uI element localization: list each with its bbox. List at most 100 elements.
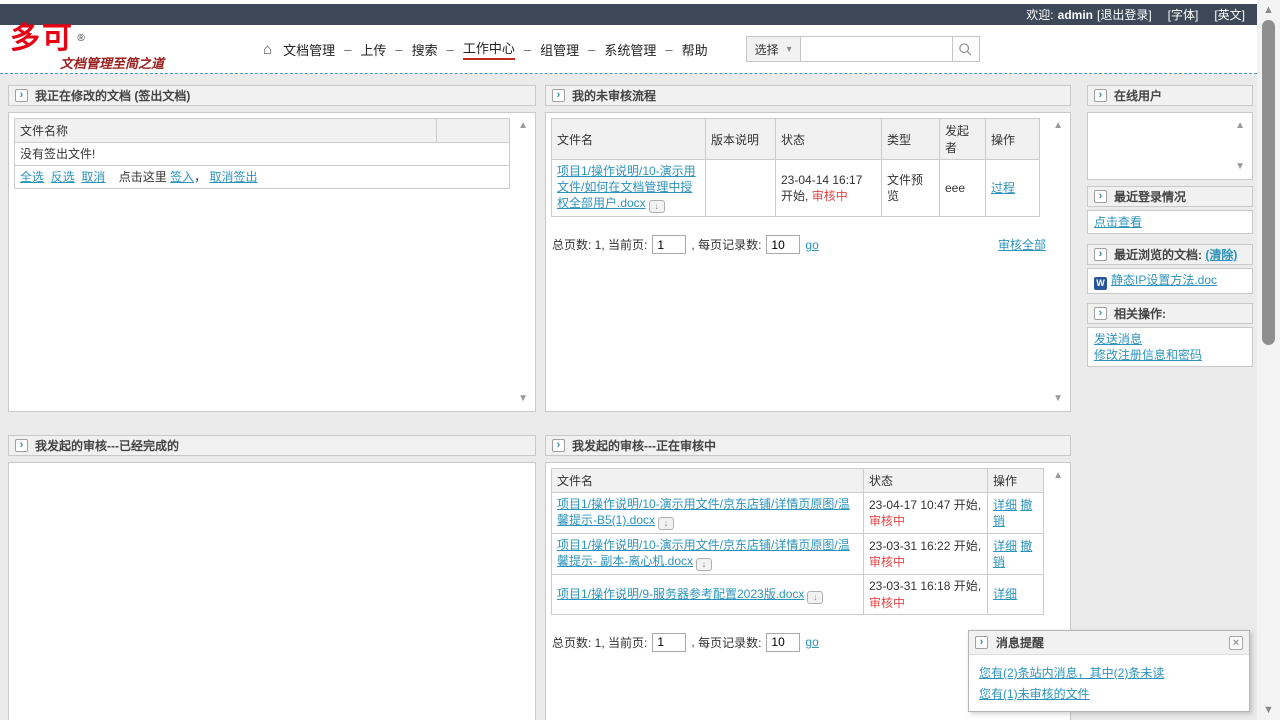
file-link[interactable]: 项目1/操作说明/9-服务器参考配置2023版.docx [557,587,804,601]
checkin-link[interactable]: 签入 [170,170,194,184]
select-all-link[interactable]: 全选 [20,170,44,184]
welcome-text: 欢迎: admin [退出登录] [1026,6,1151,23]
nav-item-help[interactable]: 帮助 [682,40,708,59]
active-reviews-table: 文件名 状态 操作 项目1/操作说明/10-演示用文件/京东店铺/详情页原图/温… [551,468,1044,615]
nav-item-work-center[interactable]: 工作中心 [463,38,515,60]
col-type: 类型 [882,119,940,160]
panel-expand-icon[interactable]: › [1094,190,1107,203]
topbar: 欢迎: admin [退出登录] [字体] [英文] [0,4,1257,25]
table-row: 项目1/操作说明/10-演示用文件/如何在文档管理中授权全部用户.docx↓ 2… [552,160,1040,217]
col-empty [437,119,510,143]
scroll-up-icon[interactable]: ▲ [1257,4,1280,16]
col-status: 状态 [864,469,988,493]
logo: 多可 ® 文档管理至简之道 [10,26,215,72]
search-bar: 选择 ▾ [746,36,980,62]
nav-item-system-management[interactable]: 系统管理 [604,40,656,59]
panel-related-operations: › 相关操作: 发送消息 修改注册信息和密码 [1087,303,1253,367]
scroll-up-icon[interactable]: ▲ [518,120,528,131]
nav-item-upload[interactable]: 上传 [360,40,386,59]
status-time: 23-03-31 16:18 开始, [869,579,981,593]
status-time: 23-03-31 16:22 开始, [869,539,981,553]
search-input[interactable] [801,36,953,62]
download-icon[interactable]: ↓ [696,558,712,571]
per-page-input[interactable] [766,235,800,254]
current-page-input[interactable] [652,633,686,652]
unreviewed-files-link[interactable]: 您有(1)未审核的文件 [979,684,1239,705]
process-link[interactable]: 过程 [991,181,1015,195]
table-row: 没有签出文件! [15,143,510,166]
go-link[interactable]: go [805,635,818,649]
scroll-down-icon[interactable]: ▼ [1235,161,1245,172]
scroll-up-icon[interactable]: ▲ [1053,120,1063,131]
type-cell: 文件预览 [882,160,940,217]
panel-expand-icon[interactable]: › [15,89,28,102]
per-page-input[interactable] [766,633,800,652]
scroll-up-icon[interactable]: ▲ [1235,120,1245,131]
nav-item-search[interactable]: 搜索 [412,40,438,59]
cancel-link[interactable]: 取消 [81,170,105,184]
scroll-down-icon[interactable]: ▼ [1053,393,1063,404]
nav-item-group-management[interactable]: 组管理 [540,40,579,59]
popup-title: 消息提醒 [996,634,1044,651]
view-logins-link[interactable]: 点击查看 [1094,215,1142,229]
unread-messages-link[interactable]: 您有(2)条站内消息，其中(2)条未读 [979,663,1239,684]
status-badge: 审核中 [812,189,848,203]
scroll-down-icon[interactable]: ▼ [518,393,528,404]
detail-link[interactable]: 详细 [993,498,1017,512]
panel-expand-icon[interactable]: › [552,439,565,452]
recent-doc-link[interactable]: 静态IP设置方法.doc [1111,273,1217,287]
send-message-link[interactable]: 发送消息 [1094,332,1142,346]
message-reminder-popup: › 消息提醒 × 您有(2)条站内消息，其中(2)条未读 您有(1)未审核的文件 [968,630,1250,712]
pending-table: 文件名 版本说明 状态 类型 发起者 操作 项目1/操作说明/10-演示用文件/… [551,118,1040,217]
scrollbar-thumb[interactable] [1262,20,1275,345]
scroll-up-icon[interactable]: ▲ [1053,470,1063,481]
font-link[interactable]: [字体] [1168,6,1199,23]
panel-title: 我发起的审核---已经完成的 [35,437,179,454]
search-category-select[interactable]: 选择 ▾ [746,36,801,62]
status-badge: 审核中 [869,596,905,610]
lang-link[interactable]: [英文] [1214,6,1245,23]
panel-expand-icon[interactable]: › [1094,248,1107,261]
panel-initiated-completed: › 我发起的审核---已经完成的 [8,435,536,720]
main-nav: ⌂ 文档管理 – 上传 – 搜索 – 工作中心 – 组管理 – 系统管理 – 帮… [263,38,708,60]
version-cell [706,160,776,217]
col-file: 文件名 [552,469,864,493]
clear-link[interactable]: (清除) [1205,248,1237,262]
search-button[interactable] [953,36,980,62]
go-link[interactable]: go [805,238,818,252]
file-link[interactable]: 项目1/操作说明/10-演示用文件/如何在文档管理中授权全部用户.docx [557,164,696,210]
logout-link[interactable]: [退出登录] [1097,6,1152,23]
header: 多可 ® 文档管理至简之道 ⌂ 文档管理 – 上传 – 搜索 – 工作中心 – … [0,25,1257,74]
chevron-down-icon: ▾ [787,44,792,55]
download-icon[interactable]: ↓ [658,517,674,530]
current-page-input[interactable] [652,235,686,254]
status-badge: 审核中 [869,555,905,569]
cancel-checkout-link[interactable]: 取消签出 [209,170,257,184]
panel-expand-icon[interactable]: › [552,89,565,102]
panel-expand-icon[interactable]: › [975,636,988,649]
file-link[interactable]: 项目1/操作说明/10-演示用文件/京东店铺/详情页原图/温馨提示-B5(1).… [557,497,850,527]
panel-title: 相关操作: [1114,305,1166,322]
page-scrollbar[interactable]: ▲ ▼ [1257,0,1280,720]
detail-link[interactable]: 详细 [993,539,1017,553]
panel-expand-icon[interactable]: › [1094,89,1107,102]
panel-my-pending-reviews: › 我的未审核流程 文件名 版本说明 状态 类型 发起者 操作 项目1/操作说明… [545,85,1071,412]
invert-select-link[interactable]: 反选 [51,170,75,184]
col-action: 操作 [986,119,1040,160]
review-all-link[interactable]: 审核全部 [998,236,1046,253]
home-icon: ⌂ [263,41,272,58]
panel-recent-logins: › 最近登录情况 点击查看 [1087,186,1253,234]
close-icon[interactable]: × [1229,636,1243,650]
scroll-down-icon[interactable]: ▼ [1257,704,1280,716]
panel-expand-icon[interactable]: › [15,439,28,452]
checked-out-table: 文件名称 没有签出文件! 全选 反选 取消 点击这里 签入， 取消签出 [14,118,510,189]
logo-text: 多可 [10,22,74,55]
nav-item-doc-management[interactable]: 文档管理 [283,40,335,59]
download-icon[interactable]: ↓ [649,200,665,213]
col-initiator: 发起者 [940,119,986,160]
panel-title: 最近登录情况 [1114,188,1186,205]
download-icon[interactable]: ↓ [807,591,823,604]
detail-link[interactable]: 详细 [993,587,1017,601]
panel-expand-icon[interactable]: › [1094,307,1107,320]
edit-profile-link[interactable]: 修改注册信息和密码 [1094,348,1202,362]
